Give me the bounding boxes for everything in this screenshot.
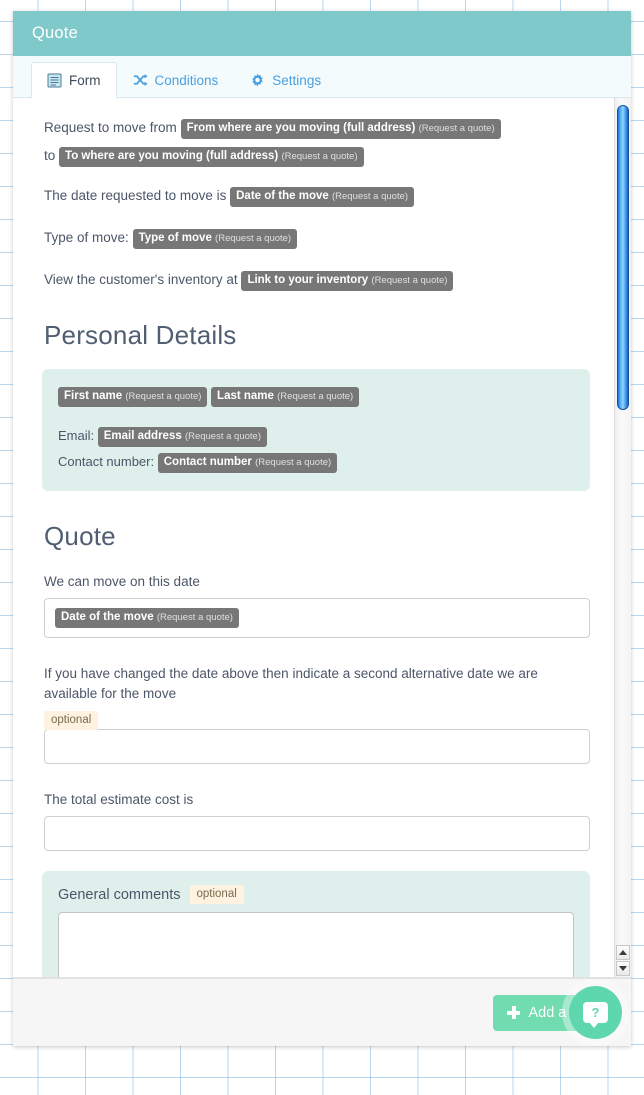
token-to-address[interactable]: To where are you moving (full address) (… — [59, 147, 364, 167]
tab-bar: Form Conditions Settings — [13, 56, 631, 98]
token-type-of-move[interactable]: Type of move (Request a quote) — [132, 229, 298, 249]
token-from-address[interactable]: From where are you moving (full address)… — [180, 119, 501, 139]
form-scroll-content: Request to move from From where are you … — [13, 98, 614, 977]
window-titlebar: Quote — [13, 11, 631, 56]
personal-details-panel: First name (Request a quote) Last name (… — [42, 369, 590, 491]
plus-icon — [507, 1006, 521, 1019]
form-body: Request to move from From where are you … — [13, 98, 631, 978]
general-comments-textarea[interactable] — [58, 912, 574, 977]
window-title: Quote — [32, 24, 78, 42]
total-cost-field-wrap — [44, 816, 590, 851]
tab-conditions[interactable]: Conditions — [117, 62, 235, 97]
scroll-down-button[interactable] — [616, 961, 630, 976]
alt-date-input[interactable] — [44, 729, 590, 764]
move-date-prefix: The date requested to move is — [44, 188, 227, 203]
alt-date-optional-row: optional — [44, 710, 592, 730]
tab-settings-label: Settings — [272, 72, 322, 88]
caret-down-icon — [619, 966, 627, 971]
move-from-to-line: Request to move from From where are you … — [44, 114, 592, 170]
token-date-of-move-input[interactable]: Date of the move (Request a quote) — [55, 608, 239, 628]
caret-up-icon — [619, 950, 627, 955]
help-button[interactable]: ? — [569, 986, 622, 1039]
inventory-prefix: View the customer's inventory at — [44, 272, 238, 287]
question-bubble-icon: ? — [583, 1002, 608, 1028]
contact-label: Contact number: — [58, 454, 155, 469]
move-date-input[interactable]: Date of the move (Request a quote) — [44, 598, 590, 638]
name-tokens-row: First name (Request a quote) Last name (… — [58, 383, 574, 409]
tab-form[interactable]: Form — [31, 62, 117, 98]
scrollbar-thumb[interactable] — [617, 105, 629, 410]
footer-bar: Add a new ? — [13, 978, 631, 1046]
token-inventory-link[interactable]: Link to your inventory (Request a quote) — [241, 271, 454, 291]
move-date-field-label: We can move on this date — [44, 574, 200, 589]
tab-conditions-label: Conditions — [154, 72, 219, 88]
tab-form-label: Form — [69, 73, 101, 88]
move-date-line: The date requested to move is Date of th… — [44, 182, 592, 210]
token-last-name[interactable]: Last name (Request a quote) — [211, 387, 360, 407]
vertical-scrollbar[interactable] — [614, 98, 631, 977]
alt-date-field-wrap — [44, 729, 590, 764]
email-label: Email: — [58, 428, 95, 443]
email-row: Email: Email address (Request a quote) — [58, 423, 574, 449]
optional-badge-comments: optional — [189, 885, 244, 904]
move-to-prefix: to — [44, 148, 56, 163]
help-glyph: ? — [591, 1005, 600, 1020]
scroll-up-button[interactable] — [616, 945, 630, 960]
move-date-field-wrap: Date of the move (Request a quote) — [44, 598, 590, 638]
token-contact-number[interactable]: Contact number (Request a quote) — [157, 453, 338, 473]
total-cost-field-label: The total estimate cost is — [44, 792, 194, 807]
inventory-line: View the customer's inventory at Link to… — [44, 266, 592, 294]
quote-heading: Quote — [44, 521, 116, 551]
alt-date-field-label: If you have changed the date above then … — [44, 666, 538, 701]
personal-details-heading: Personal Details — [44, 320, 237, 350]
general-comments-label: General comments — [58, 886, 181, 903]
tab-settings[interactable]: Settings — [234, 62, 337, 97]
token-email-address[interactable]: Email address (Request a quote) — [97, 427, 267, 447]
shuffle-icon — [133, 73, 148, 87]
quote-form-window: Quote Form Conditions Settings Request t… — [13, 11, 631, 1046]
document-lines-icon — [47, 73, 62, 88]
gear-icon — [250, 73, 265, 88]
general-comments-header: General comments optional — [58, 885, 574, 904]
type-of-move-line: Type of move: Type of move (Request a qu… — [44, 224, 592, 252]
contact-row: Contact number: Contact number (Request … — [58, 449, 574, 475]
token-first-name[interactable]: First name (Request a quote) — [58, 387, 208, 407]
total-cost-input[interactable] — [44, 816, 590, 851]
token-date-of-move[interactable]: Date of the move (Request a quote) — [230, 187, 415, 207]
optional-badge-alt-date: optional — [44, 711, 99, 730]
move-from-prefix: Request to move from — [44, 120, 177, 135]
general-comments-panel: General comments optional — [42, 871, 590, 977]
type-of-move-prefix: Type of move: — [44, 230, 129, 245]
